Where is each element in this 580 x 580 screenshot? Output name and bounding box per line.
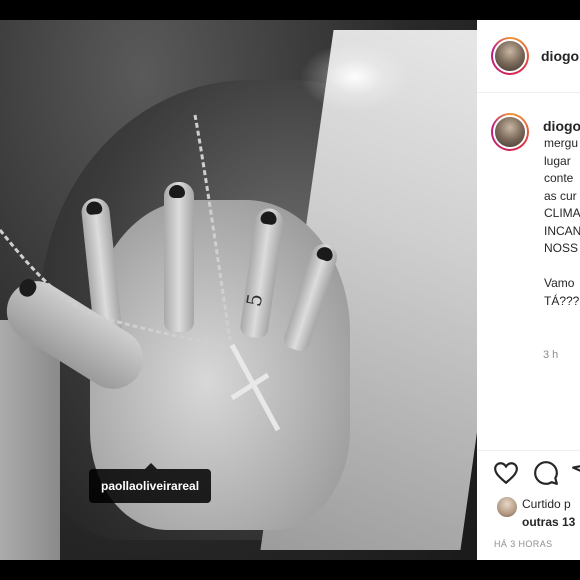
liked-by-text[interactable]: Curtido p: [522, 497, 571, 511]
post-modal: 5 paollaoliveirareal diogo diogo mergu l…: [0, 0, 580, 580]
necklace-cross: [0, 114, 281, 432]
user-tag[interactable]: paollaoliveirareal: [89, 463, 212, 503]
caption-username[interactable]: diogo: [543, 118, 580, 134]
post-timestamp[interactable]: HÁ 3 HORAS: [494, 539, 553, 549]
caption-text: mergu lugar conte as cur CLIMA INCAN NOS…: [544, 136, 580, 308]
caption-avatar[interactable]: [491, 113, 529, 151]
comment-icon[interactable]: [533, 460, 559, 486]
author-avatar[interactable]: [491, 37, 529, 75]
post-header: diogo: [477, 20, 580, 93]
post-side-panel: diogo diogo mergu lugar conte as cur CLI…: [477, 20, 580, 560]
actions-divider: [477, 450, 580, 452]
author-username[interactable]: diogo: [541, 48, 579, 64]
liked-by-count[interactable]: outras 13: [522, 515, 575, 529]
liked-by-avatar[interactable]: [496, 496, 518, 518]
heart-icon[interactable]: [493, 460, 519, 486]
share-icon[interactable]: [571, 460, 580, 486]
caption-time: 3 h: [543, 349, 559, 361]
post-photo[interactable]: 5 paollaoliveirareal: [0, 20, 477, 560]
